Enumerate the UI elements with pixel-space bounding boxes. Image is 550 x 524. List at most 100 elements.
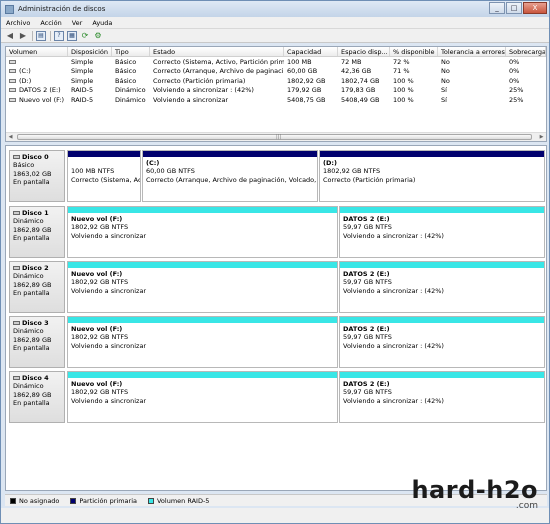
table-cell: 1802,74 GB [338,77,390,86]
table-row[interactable]: SimpleBásicoCorrecto (Sistema, Activo, P… [6,58,546,67]
column-header[interactable]: Volumen [6,47,68,56]
partition-details: Nuevo vol (F:)1802,92 GB NTFSVolviendo a… [68,378,337,405]
scrollbar-thumb[interactable]: ||| [17,134,532,140]
horizontal-scrollbar[interactable]: ◀ ||| ▶ [6,132,546,141]
volume-name: (C:) [19,67,31,75]
disk-name: Disco 3 [13,319,64,327]
forward-arrow-icon[interactable]: ▶ [18,31,28,41]
menu-ayuda[interactable]: Ayuda [87,19,117,27]
disk-info[interactable]: Disco 4Dinámico1862,89 GBEn pantalla [9,371,65,423]
hard-disk-icon [13,155,20,159]
window-title: Administración de discos [18,5,105,13]
partition-state: Volviendo a sincronizar [71,397,337,405]
table-cell: 0% [506,77,546,86]
table-cell: Volviendo a sincronizar : (42%) [150,86,284,95]
minimize-button[interactable]: _ [489,2,505,14]
partition-block[interactable]: DATOS 2 (E:)59,97 GB NTFSVolviendo a sin… [339,316,545,368]
menu-accion[interactable]: Acción [35,19,66,27]
partition-block[interactable]: DATOS 2 (E:)59,97 GB NTFSVolviendo a sin… [339,206,545,258]
disk-row: Disco 0Básico1863,02 GBEn pantalla 100 M… [9,150,545,202]
partition-block[interactable]: (C:)60,00 GB NTFSCorrecto (Arranque, Arc… [142,150,318,202]
toolbar-separator [50,31,51,41]
disk-info[interactable]: Disco 3Dinámico1862,89 GBEn pantalla [9,316,65,368]
table-cell: 179,92 GB [284,86,338,95]
disk-info[interactable]: Disco 0Básico1863,02 GBEn pantalla [9,150,65,202]
table-cell: RAID-5 [68,86,112,95]
partition-name: (C:) [146,159,317,167]
scroll-left-icon[interactable]: ◀ [6,133,15,141]
disk-info[interactable]: Disco 2Dinámico1862,89 GBEn pantalla [9,261,65,313]
table-row[interactable]: (C:)SimpleBásicoCorrecto (Arranque, Arch… [6,67,546,76]
partition-block[interactable]: (D:)1802,92 GB NTFSCorrecto (Partición p… [319,150,545,202]
disk-management-app-icon [5,5,14,14]
table-row[interactable]: (D:)SimpleBásicoCorrecto (Partición prim… [6,77,546,86]
table-row[interactable]: DATOS 2 (E:)RAID-5DinámicoVolviendo a si… [6,86,546,95]
table-cell: Correcto (Arranque, Archivo de paginaci.… [150,67,284,76]
partition-block[interactable]: DATOS 2 (E:)59,97 GB NTFSVolviendo a sin… [339,371,545,423]
back-arrow-icon[interactable]: ◀ [5,31,15,41]
table-cell: Simple [68,77,112,86]
partition-block[interactable]: DATOS 2 (E:)59,97 GB NTFSVolviendo a sin… [339,261,545,313]
settings-icon[interactable]: ⚙ [93,31,103,41]
disk-size: 1862,89 GB [13,391,64,399]
disk-info[interactable]: Disco 1Dinámico1862,89 GBEn pantalla [9,206,65,258]
maximize-button[interactable]: □ [506,2,522,14]
column-header[interactable]: Estado [150,47,284,56]
column-header[interactable]: Espacio disp... [338,47,390,56]
table-cell: RAID-5 [68,96,112,105]
disk-name-text: Disco 2 [22,264,49,272]
refresh-icon[interactable]: ⟳ [80,31,90,41]
legend-swatch-primary [70,498,76,504]
table-cell: Sí [438,96,506,105]
column-header[interactable]: Tipo [112,47,150,56]
table-cell: (C:) [6,67,68,76]
table-cell: No [438,77,506,86]
partition-size: 100 MB NTFS [71,167,140,175]
column-header[interactable]: Sobrecarga [506,47,546,56]
disk-status: En pantalla [13,344,64,352]
help-icon[interactable]: ? [54,31,64,41]
partition-name: DATOS 2 (E:) [343,215,544,223]
partition-state: Correcto (Partición primaria) [323,176,544,184]
disk-type: Dinámico [13,327,64,335]
partition-block[interactable]: Nuevo vol (F:)1802,92 GB NTFSVolviendo a… [67,261,338,313]
partition-name: DATOS 2 (E:) [343,380,544,388]
table-cell: No [438,58,506,67]
column-header[interactable]: % disponible [390,47,438,56]
partition-block[interactable]: Nuevo vol (F:)1802,92 GB NTFSVolviendo a… [67,371,338,423]
partition-name: DATOS 2 (E:) [343,270,544,278]
disk-row: Disco 2Dinámico1862,89 GBEn pantallaNuev… [9,261,545,313]
table-cell: Dinámico [112,86,150,95]
toolbar: ◀ ▶ ▤ ? ▦ ⟳ ⚙ [1,29,549,43]
partition-block[interactable]: Nuevo vol (F:)1802,92 GB NTFSVolviendo a… [67,206,338,258]
table-cell: 0% [506,67,546,76]
volume-list-rows: SimpleBásicoCorrecto (Sistema, Activo, P… [6,58,546,105]
volume-name: Nuevo vol (F:) [19,96,64,104]
table-row[interactable]: Nuevo vol (F:)RAID-5DinámicoVolviendo a … [6,96,546,105]
properties-icon[interactable]: ▦ [67,31,77,41]
table-cell: Dinámico [112,96,150,105]
menu-archivo[interactable]: Archivo [1,19,35,27]
column-header[interactable]: Tolerancia a errores [438,47,506,56]
disk-name: Disco 1 [13,209,64,217]
partition-size: 59,97 GB NTFS [343,223,544,231]
column-header[interactable]: Disposición [68,47,112,56]
disk-type: Dinámico [13,382,64,390]
partition-state: Volviendo a sincronizar : (42%) [343,342,544,350]
partition-block[interactable]: Nuevo vol (F:)1802,92 GB NTFSVolviendo a… [67,316,338,368]
table-cell: 5408,49 GB [338,96,390,105]
partition-state: Volviendo a sincronizar [71,342,337,350]
table-cell: Nuevo vol (F:) [6,96,68,105]
scroll-right-icon[interactable]: ▶ [537,133,546,141]
disk-name-text: Disco 1 [22,209,49,217]
partition-state: Volviendo a sincronizar : (42%) [343,287,544,295]
close-button[interactable]: X [523,2,547,14]
partition-details: Nuevo vol (F:)1802,92 GB NTFSVolviendo a… [68,323,337,350]
column-header[interactable]: Capacidad [284,47,338,56]
partition-size: 1802,92 GB NTFS [71,278,337,286]
partition-block[interactable]: 100 MB NTFSCorrecto (Sistema, Ac [67,150,141,202]
menu-ver[interactable]: Ver [67,19,88,27]
list-view-icon[interactable]: ▤ [36,31,46,41]
partition-size: 1802,92 GB NTFS [71,333,337,341]
partition-name: Nuevo vol (F:) [71,215,337,223]
